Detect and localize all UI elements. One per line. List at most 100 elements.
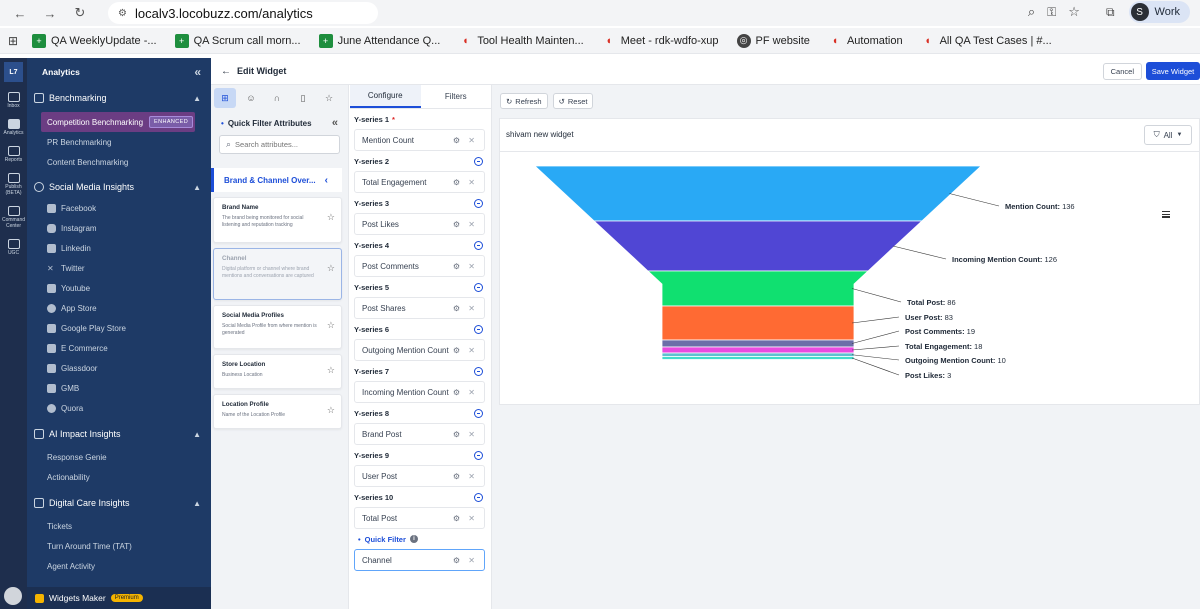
bookmark-item[interactable]: + QA WeeklyUpdate -... <box>24 33 167 48</box>
sidebar-item-tickets[interactable]: Tickets <box>27 516 211 536</box>
close-icon[interactable]: ✕ <box>468 430 475 439</box>
y-series-field[interactable]: Total Engagement ⚙ ✕ <box>354 171 485 193</box>
settings-icon[interactable]: ⚙ <box>453 388 460 397</box>
bookmark-item[interactable]: + June Attendance Q... <box>311 33 451 48</box>
forward-icon[interactable]: → <box>38 1 62 25</box>
remove-series-icon[interactable] <box>474 240 483 250</box>
close-icon[interactable]: ✕ <box>468 556 475 565</box>
remove-series-icon[interactable] <box>474 282 483 292</box>
apps-grid-icon[interactable]: ⊞ <box>2 30 24 52</box>
bookmark-item[interactable]: ◎ PF website <box>729 33 820 48</box>
address-bar[interactable]: ⚙ localv3.locobuzz.com/analytics <box>108 2 378 24</box>
bookmark-item[interactable]: ◖ Tool Health Mainten... <box>450 34 593 48</box>
star-icon[interactable]: ☆ <box>327 365 335 376</box>
quick-filter-field[interactable]: Channel ⚙ ✕ <box>354 549 485 571</box>
settings-icon[interactable]: ⚙ <box>453 556 460 565</box>
collapse-panel-icon[interactable]: « <box>332 117 338 129</box>
sidebar-item-gmb[interactable]: GMB <box>27 378 211 398</box>
grid-icon[interactable]: ⊞ <box>214 88 236 108</box>
y-series-field[interactable]: Incoming Mention Count ⚙ ✕ <box>354 381 485 403</box>
remove-series-icon[interactable] <box>474 366 483 376</box>
funnel-segment[interactable] <box>661 356 855 360</box>
user-avatar[interactable] <box>4 587 22 605</box>
save-widget-button[interactable]: Save Widget <box>1146 62 1200 80</box>
sidebar-item-agent-activity[interactable]: Agent Activity <box>27 556 211 576</box>
sidebar-item-tat[interactable]: Turn Around Time (TAT) <box>27 536 211 556</box>
sidebar-item-glassdoor[interactable]: Glassdoor <box>27 358 211 378</box>
close-icon[interactable]: ✕ <box>468 220 475 229</box>
widgets-maker[interactable]: Widgets Maker Premium <box>27 587 211 609</box>
y-series-field[interactable]: Total Post ⚙ ✕ <box>354 507 485 529</box>
star-icon[interactable]: ☆ <box>327 263 335 274</box>
funnel-segment[interactable] <box>661 305 855 341</box>
section-benchmarking[interactable]: Benchmarking ▲ <box>27 87 211 109</box>
attribute-card-brand-name[interactable]: Brand Name The brand being monitored for… <box>213 197 342 243</box>
sidebar-item-twitter[interactable]: ✕ Twitter <box>27 258 211 278</box>
sidebar-item-facebook[interactable]: Facebook <box>27 198 211 218</box>
y-series-field[interactable]: Post Likes ⚙ ✕ <box>354 213 485 235</box>
close-icon[interactable]: ✕ <box>468 178 475 187</box>
refresh-button[interactable]: ↻ Refresh <box>500 93 548 109</box>
rail-item-analytics[interactable]: Analytics <box>0 119 27 136</box>
funnel-segment[interactable] <box>661 346 855 354</box>
bookmark-star-icon[interactable]: ☆ <box>1068 4 1080 20</box>
close-icon[interactable]: ✕ <box>468 136 475 145</box>
close-icon[interactable]: ✕ <box>468 472 475 481</box>
settings-icon[interactable]: ⚙ <box>453 262 460 271</box>
remove-series-icon[interactable] <box>474 156 483 166</box>
sidebar-item-competition-benchmarking[interactable]: Competition Benchmarking ENHANCED <box>41 112 195 132</box>
section-digital-care-insights[interactable]: Digital Care Insights ▲ <box>27 492 211 514</box>
sidebar-item-pr-benchmarking[interactable]: PR Benchmarking <box>27 132 211 152</box>
sidebar-item-quora[interactable]: Quora <box>27 398 211 418</box>
funnel-segment[interactable] <box>593 220 923 272</box>
document-icon[interactable]: ▯ <box>292 88 314 108</box>
sidebar-item-linkedin[interactable]: Linkedin <box>27 238 211 258</box>
back-icon[interactable]: ← <box>8 1 32 25</box>
star-icon[interactable]: ☆ <box>327 405 335 416</box>
attribute-card-location-profile[interactable]: Location Profile Name of the Location Pr… <box>213 394 342 429</box>
funnel-segment[interactable] <box>661 339 855 348</box>
y-series-field[interactable]: Post Shares ⚙ ✕ <box>354 297 485 319</box>
close-icon[interactable]: ✕ <box>468 262 475 271</box>
sidebar-item-app-store[interactable]: App Store <box>27 298 211 318</box>
remove-series-icon[interactable] <box>474 450 483 460</box>
app-logo[interactable]: L7 <box>4 62 23 82</box>
smiley-icon[interactable]: ☺ <box>240 88 262 108</box>
rail-item-reports[interactable]: Reports <box>0 146 27 163</box>
star-icon[interactable]: ☆ <box>318 88 340 108</box>
settings-icon[interactable]: ⚙ <box>453 220 460 229</box>
collapse-sidebar-icon[interactable]: « <box>194 65 201 79</box>
close-icon[interactable]: ✕ <box>468 304 475 313</box>
back-arrow-icon[interactable]: ← <box>221 66 231 77</box>
section-ai-impact-insights[interactable]: AI Impact Insights ▲ <box>27 423 211 445</box>
attribute-card-store-location[interactable]: Store Location Business Location ☆ <box>213 354 342 389</box>
remove-series-icon[interactable] <box>474 198 483 208</box>
settings-icon[interactable]: ⚙ <box>453 178 460 187</box>
profile-button[interactable]: S Work <box>1128 1 1190 23</box>
zoom-icon[interactable]: ⌕ <box>1028 4 1035 20</box>
section-social-media-insights[interactable]: Social Media Insights ▲ <box>27 176 211 198</box>
remove-series-icon[interactable] <box>474 492 483 502</box>
site-info-icon[interactable]: ⚙ <box>118 8 127 19</box>
rail-item-ugc[interactable]: UGC <box>0 239 27 256</box>
y-series-field[interactable]: Outgoing Mention Count ⚙ ✕ <box>354 339 485 361</box>
sidebar-item-response-genie[interactable]: Response Genie <box>27 447 211 467</box>
tab-configure[interactable]: Configure <box>350 85 421 108</box>
rail-item-publish[interactable]: Publish (BETA) <box>0 173 27 196</box>
attribute-card-channel[interactable]: Channel Digital platform or channel wher… <box>213 248 342 300</box>
sidebar-item-actionability[interactable]: Actionability <box>27 467 211 487</box>
sidebar-item-e-commerce[interactable]: E Commerce <box>27 338 211 358</box>
key-icon[interactable]: ⚿ <box>1047 5 1056 20</box>
attribute-card-social-media-profiles[interactable]: Social Media Profiles Social Media Profi… <box>213 305 342 349</box>
sidebar-item-youtube[interactable]: Youtube <box>27 278 211 298</box>
bookmark-item[interactable]: ◖ Meet - rdk-wdfo-xup <box>594 34 729 48</box>
attribute-search-input[interactable] <box>235 140 326 149</box>
reset-button[interactable]: ↺ Reset <box>552 93 594 109</box>
sidebar-item-instagram[interactable]: Instagram <box>27 218 211 238</box>
y-series-field[interactable]: Post Comments ⚙ ✕ <box>354 255 485 277</box>
tab-filters[interactable]: Filters <box>421 85 492 108</box>
remove-series-icon[interactable] <box>474 408 483 418</box>
close-icon[interactable]: ✕ <box>468 514 475 523</box>
channel-filter-dropdown[interactable]: ⛉ All ▼ <box>1144 125 1192 145</box>
attribute-group-brand-channel[interactable]: Brand & Channel Over... ‹ <box>211 168 342 192</box>
